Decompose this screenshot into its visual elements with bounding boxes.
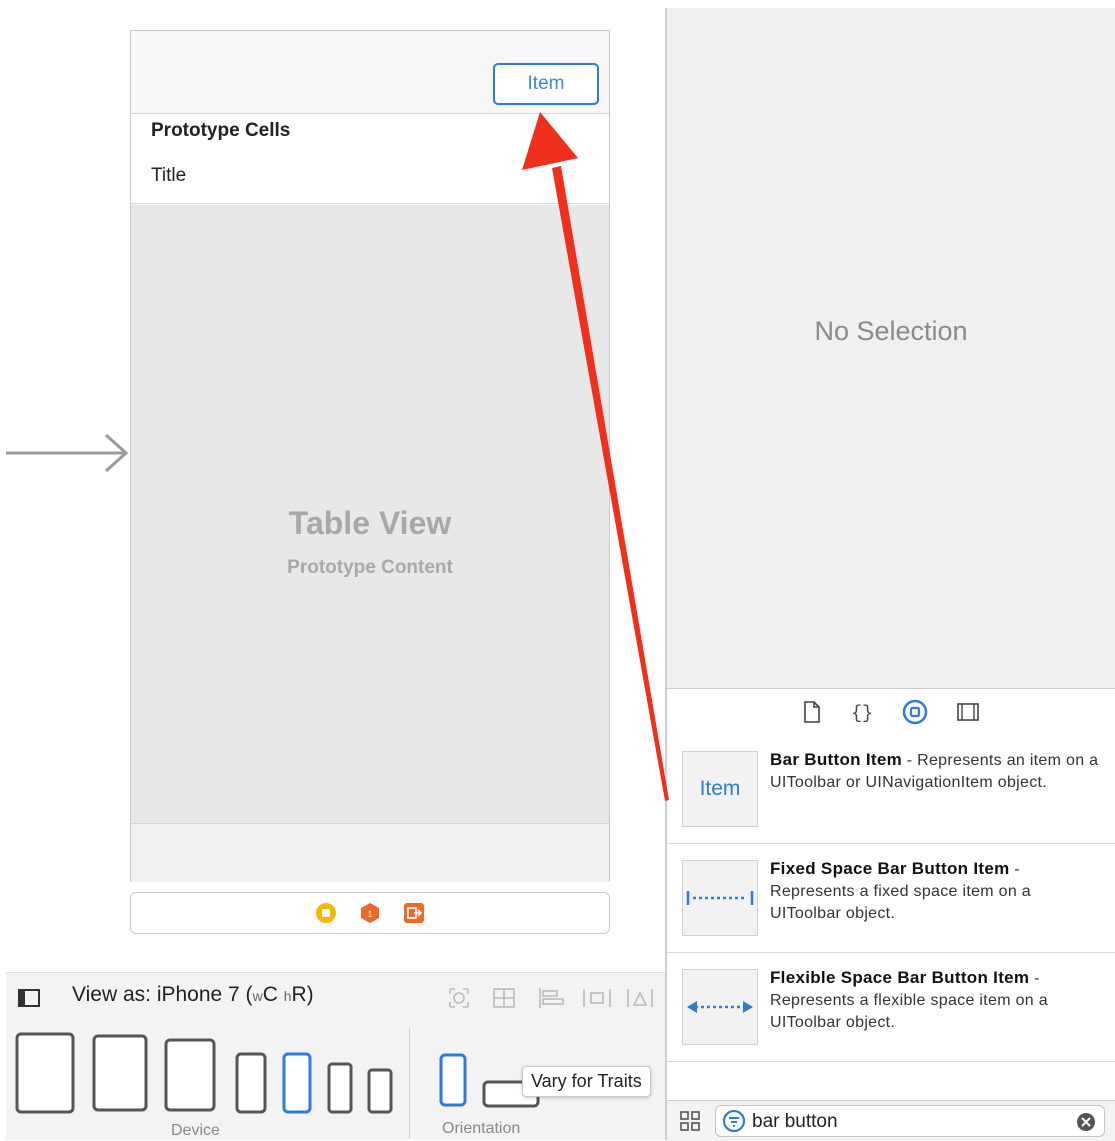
- media-library-icon[interactable]: [956, 701, 980, 723]
- navigation-bar[interactable]: Item: [131, 31, 609, 114]
- bar-button-item-thumb-label: Item: [699, 777, 741, 800]
- object-library-icon[interactable]: [902, 699, 928, 725]
- sidebar-toggle-icon[interactable]: [18, 989, 40, 1007]
- orientation-caption: Orientation: [442, 1120, 521, 1137]
- first-responder-icon[interactable]: 1: [359, 902, 381, 924]
- library-item-text: Flexible Space Bar Button Item - Represe…: [770, 967, 1100, 1034]
- library-item-text: Bar Button Item - Represents an item on …: [770, 749, 1100, 794]
- prototype-content-label: Prototype Content: [287, 557, 453, 578]
- library-item-flexible-space[interactable]: Flexible Space Bar Button Item - Represe…: [667, 953, 1115, 1062]
- braces-icon[interactable]: {}: [850, 701, 874, 723]
- file-icon[interactable]: [802, 701, 822, 723]
- library-search-field[interactable]: bar button: [715, 1105, 1105, 1137]
- library-tabs: {}: [667, 688, 1115, 736]
- device-icons[interactable]: [14, 1028, 409, 1116]
- library-item-name: Bar Button Item: [770, 750, 902, 769]
- library-item-bar-button-item[interactable]: Item Bar Button Item - Represents an ite…: [667, 735, 1115, 844]
- svg-text:1: 1: [368, 910, 373, 919]
- no-selection-label: No Selection: [814, 316, 968, 346]
- table-view-controller-scene[interactable]: Item Prototype Cells Title Table View Pr…: [130, 30, 610, 882]
- library-item-name: Flexible Space Bar Button Item: [770, 968, 1030, 987]
- device-config-bar: View as: iPhone 7 (wC hR): [6, 972, 666, 1024]
- exit-icon[interactable]: [403, 902, 425, 924]
- table-view[interactable]: Table View Prototype Content: [131, 205, 609, 823]
- grid-view-icon[interactable]: [679, 1110, 701, 1132]
- flexible-space-icon: [687, 1001, 753, 1013]
- flexible-space-thumb: [682, 969, 758, 1045]
- table-view-label: Table View: [288, 505, 452, 541]
- view-as-label[interactable]: View as: iPhone 7 (wC hR): [72, 983, 314, 1007]
- entry-arrow-icon: [6, 433, 129, 473]
- library-item-name: Fixed Space Bar Button Item: [770, 859, 1010, 878]
- bar-button-item-thumb: Item: [682, 751, 758, 827]
- layout-tools-icons[interactable]: [446, 985, 656, 1011]
- library-search-input[interactable]: bar button: [752, 1111, 838, 1133]
- divider: [409, 1028, 410, 1138]
- filter-icon: [722, 1109, 746, 1133]
- vary-for-traits-button[interactable]: Vary for Traits: [522, 1066, 651, 1097]
- scene-dock: 1: [130, 892, 610, 934]
- library-item-fixed-space[interactable]: Fixed Space Bar Button Item - Represents…: [667, 844, 1115, 953]
- nav-bar-button-item[interactable]: Item: [493, 63, 599, 105]
- clear-icon[interactable]: [1076, 1112, 1096, 1132]
- library-filter-bar: bar button: [667, 1100, 1115, 1141]
- toolbar-area: [131, 823, 609, 882]
- view-controller-icon[interactable]: [315, 902, 337, 924]
- fixed-space-icon: [686, 891, 754, 905]
- svg-text:{}: {}: [851, 704, 873, 723]
- device-caption: Device: [171, 1122, 220, 1139]
- inspector-area: No Selection: [667, 8, 1115, 688]
- prototype-cell-title[interactable]: Title: [131, 154, 609, 204]
- fixed-space-thumb: [682, 860, 758, 936]
- library-item-text: Fixed Space Bar Button Item - Represents…: [770, 858, 1100, 925]
- prototype-cells-header: Prototype Cells: [131, 114, 609, 154]
